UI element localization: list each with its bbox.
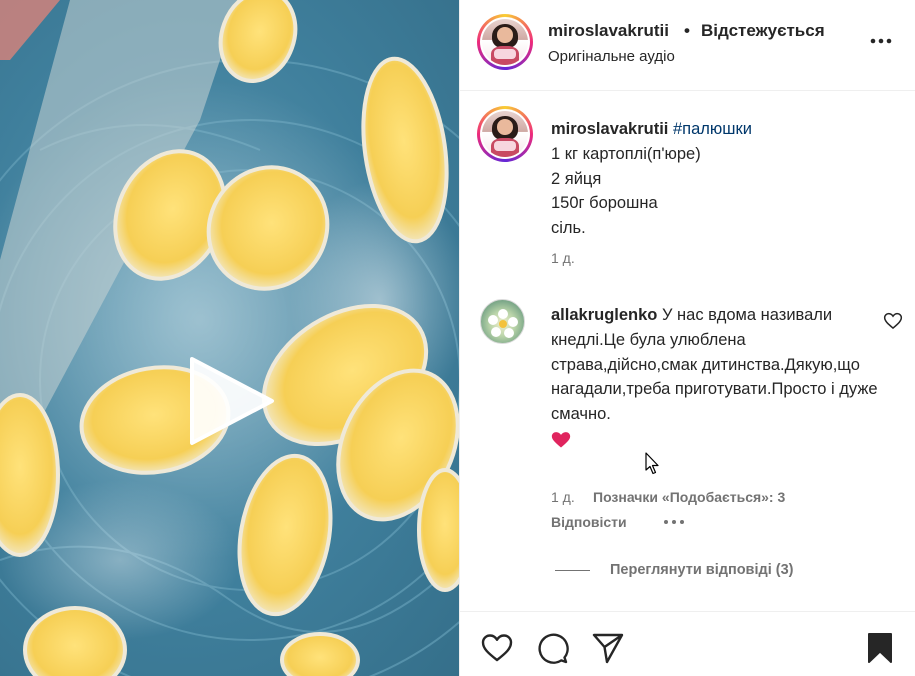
more-horizontal-icon[interactable] — [870, 30, 892, 52]
video-frame — [0, 0, 459, 676]
send-icon[interactable] — [591, 631, 625, 665]
caption-line: 150г борошна — [551, 194, 658, 213]
comment-icon[interactable] — [535, 631, 569, 665]
caption-username[interactable]: miroslavakrutii — [551, 120, 668, 138]
post-details-panel: miroslavakrutii • Відстежується Оригінал… — [459, 0, 915, 676]
commenter-avatar[interactable] — [480, 299, 525, 344]
comment-options-icon[interactable] — [662, 514, 686, 530]
post-action-bar — [460, 611, 915, 676]
header-separator: • — [684, 21, 690, 40]
bookmark-icon[interactable] — [863, 631, 897, 665]
comment-likes-count[interactable]: Позначки «Подобається»: 3 — [593, 489, 785, 505]
caption-line: 2 яйця — [551, 169, 602, 188]
play-icon[interactable] — [186, 355, 278, 447]
commenter-username[interactable]: allakruglenko — [551, 306, 657, 324]
heart-emoji-icon — [551, 431, 571, 448]
author-username[interactable]: miroslavakrutii — [548, 21, 669, 41]
caption-timestamp[interactable]: 1 д. — [551, 250, 575, 266]
reply-button[interactable]: Відповісти — [551, 514, 627, 530]
caption-hashtag[interactable]: #палюшки — [673, 120, 752, 138]
audio-link[interactable]: Оригінальне аудіо — [548, 48, 675, 65]
caption-line: 1 кг картоплі(п'юре) — [551, 144, 701, 163]
comment-timestamp[interactable]: 1 д. — [551, 489, 575, 505]
post-media-video[interactable] — [0, 0, 459, 676]
view-replies-button[interactable]: Переглянути відповіді (3) — [610, 562, 794, 578]
comment: allakruglenko У нас вдома називали кнедл… — [551, 303, 881, 452]
heart-icon[interactable] — [480, 631, 514, 665]
caption-author-avatar[interactable] — [477, 106, 533, 162]
post-header: miroslavakrutii • Відстежується Оригінал… — [460, 0, 915, 91]
view-replies-divider — [555, 570, 590, 571]
caption-line: сіль. — [551, 219, 586, 238]
author-avatar[interactable] — [477, 14, 533, 70]
comment-like-heart-icon[interactable] — [883, 311, 903, 331]
follow-status-button[interactable]: Відстежується — [701, 21, 825, 41]
caption: miroslavakrutii #палюшки 1 кг картоплі(п… — [551, 117, 901, 241]
